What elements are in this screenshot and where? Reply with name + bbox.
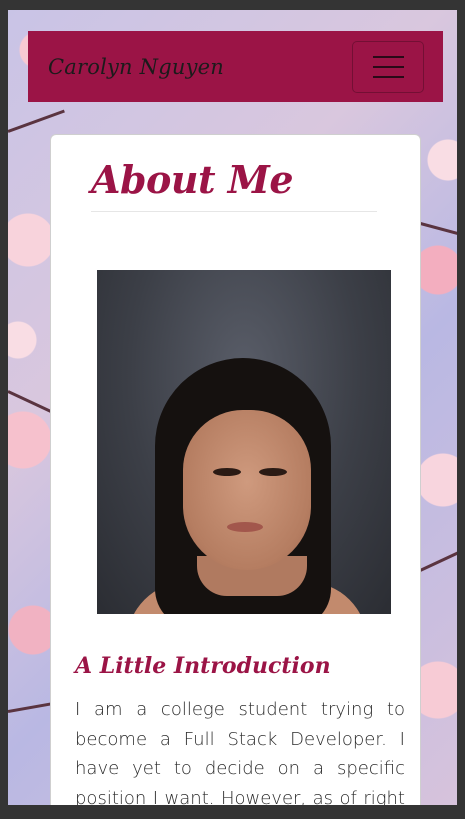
background-branch [8,109,65,133]
photo-lips [227,522,263,532]
photo-face [183,410,311,570]
top-navbar: Carolyn Nguyen [28,31,443,102]
hamburger-menu-icon [372,65,404,68]
intro-paragraph: I am a college student trying to become … [75,699,405,805]
title-divider [91,211,377,212]
about-card: About Me A Little Introduction I am a co… [50,134,421,805]
brand-link[interactable]: Carolyn Nguyen [48,55,224,79]
background-branch [417,551,457,573]
photo-eye [259,468,287,476]
photo-eye [213,468,241,476]
hamburger-menu-icon [372,75,404,78]
section-subtitle: A Little Introduction [75,653,331,679]
background-branch [8,390,54,414]
background-branch [8,702,53,713]
hamburger-menu-icon [372,55,404,58]
page-viewport: Carolyn Nguyen About Me A Little Introdu… [8,10,457,805]
profile-photo [97,270,391,614]
menu-toggle-button[interactable] [352,40,424,93]
page-title: About Me [91,157,294,202]
